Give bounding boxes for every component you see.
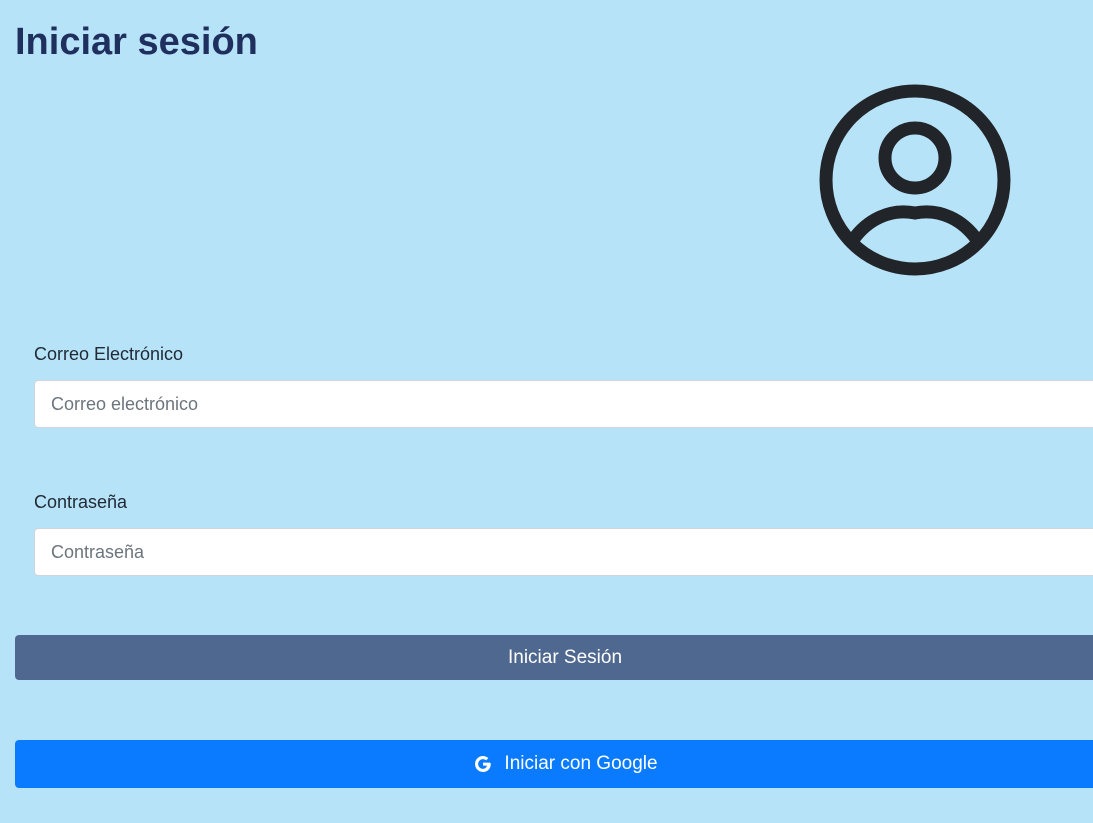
email-field[interactable]: [34, 380, 1093, 428]
login-page: Iniciar sesión Correo Electrónico Contra…: [0, 0, 1093, 823]
login-button[interactable]: Iniciar Sesión: [15, 635, 1093, 680]
password-field[interactable]: [34, 528, 1093, 576]
email-label: Correo Electrónico: [34, 344, 184, 364]
page-title: Iniciar sesión: [15, 21, 258, 63]
google-login-button[interactable]: Iniciar con Google: [15, 740, 1093, 788]
password-label: Contraseña: [34, 492, 128, 512]
google-button-label: Iniciar con Google: [504, 753, 658, 774]
login-button-label: Iniciar Sesión: [507, 646, 623, 668]
google-g-icon: [472, 753, 494, 775]
user-circle-icon: [815, 80, 1015, 280]
